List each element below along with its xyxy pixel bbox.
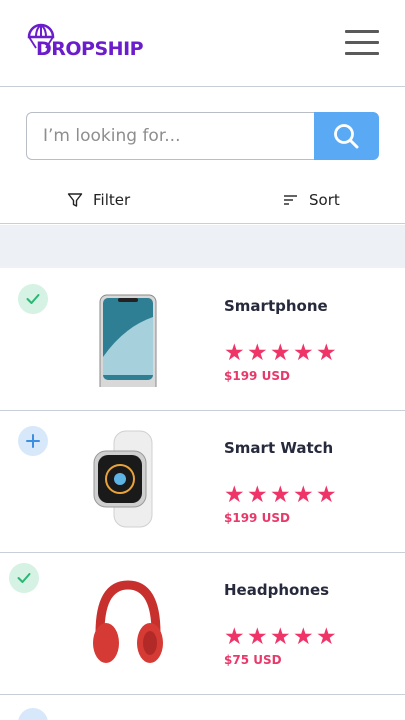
star-icon: ★ [316, 482, 337, 508]
search-bar [26, 112, 379, 160]
added-check-button[interactable] [9, 563, 39, 593]
star-icon: ★ [224, 340, 245, 366]
star-icon: ★ [224, 482, 245, 508]
star-icon: ★ [270, 624, 291, 650]
filter-label: Filter [93, 191, 131, 209]
star-icon: ★ [293, 482, 314, 508]
add-product-button[interactable] [18, 426, 48, 456]
check-icon [26, 294, 40, 304]
star-icon: ★ [293, 624, 314, 650]
product-price: $75 USD [224, 653, 282, 667]
star-icon: ★ [247, 340, 268, 366]
section-spacer [0, 225, 405, 268]
search-button[interactable] [314, 112, 379, 160]
filter-sort-bar: Filter Sort [0, 176, 405, 224]
product-name[interactable]: Headphones [224, 581, 329, 599]
star-icon: ★ [270, 482, 291, 508]
star-icon: ★ [293, 340, 314, 366]
sort-button[interactable]: Sort [283, 188, 340, 212]
plus-icon [26, 434, 40, 448]
product-name[interactable]: Smart Watch [224, 439, 333, 457]
product-row-headphones[interactable]: Headphones ★ ★ ★ ★ ★ $75 USD [0, 553, 405, 695]
product-price: $199 USD [224, 511, 290, 525]
headphones-image[interactable] [84, 571, 172, 671]
star-icon: ★ [247, 624, 268, 650]
filter-button[interactable]: Filter [67, 188, 130, 212]
search-icon [334, 124, 359, 149]
star-icon: ★ [316, 624, 337, 650]
sort-icon [284, 195, 297, 205]
product-row-smart-watch[interactable]: Smart Watch ★ ★ ★ ★ ★ $199 USD [0, 411, 405, 553]
add-product-button[interactable] [18, 708, 48, 720]
smartwatch-image[interactable] [84, 429, 172, 529]
rating-stars: ★ ★ ★ ★ ★ [224, 341, 339, 365]
product-row-smartphone[interactable]: Smartphone ★ ★ ★ ★ ★ $199 USD [0, 269, 405, 411]
logo-text: DROPSHIP [36, 38, 144, 60]
star-icon: ★ [247, 482, 268, 508]
smartphone-image[interactable] [84, 287, 172, 387]
star-icon: ★ [316, 340, 337, 366]
hamburger-menu-icon[interactable] [345, 29, 379, 57]
filter-icon [67, 193, 83, 207]
product-name[interactable]: Smartphone [224, 297, 328, 315]
sort-label: Sort [309, 191, 340, 209]
star-icon: ★ [224, 624, 245, 650]
rating-stars: ★ ★ ★ ★ ★ [224, 625, 339, 649]
star-icon: ★ [270, 340, 291, 366]
app-header: DROPSHIP [0, 0, 405, 87]
check-icon [17, 573, 31, 583]
dropship-logo[interactable]: DROPSHIP [26, 23, 146, 63]
added-check-button[interactable] [18, 284, 48, 314]
product-price: $199 USD [224, 369, 290, 383]
search-input[interactable] [26, 112, 315, 160]
rating-stars: ★ ★ ★ ★ ★ [224, 483, 339, 507]
